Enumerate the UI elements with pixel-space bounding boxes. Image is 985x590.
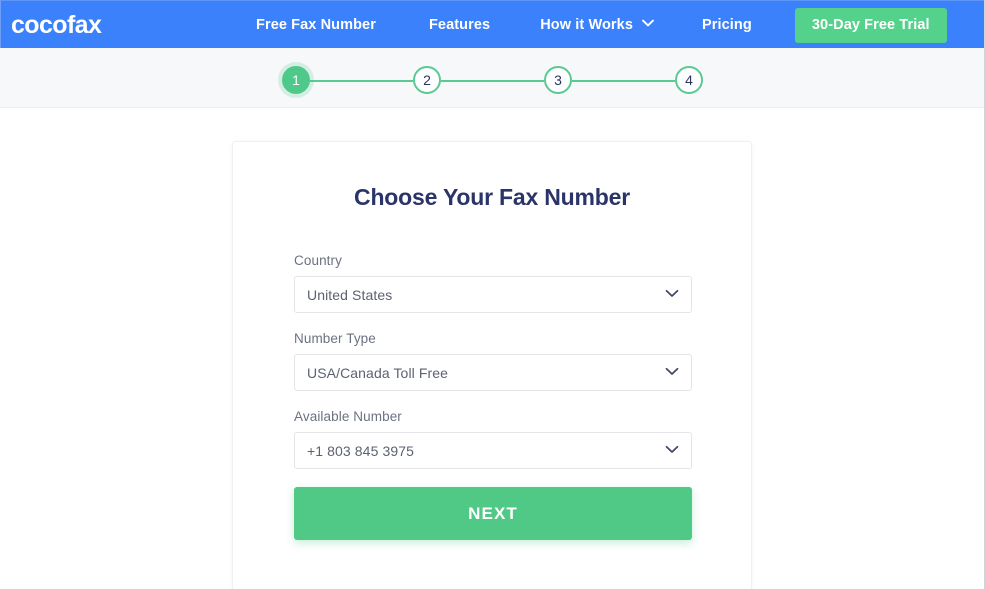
cocofax-logo[interactable]: cocofax xyxy=(11,10,102,40)
free-trial-button[interactable]: 30-Day Free Trial xyxy=(794,7,947,43)
next-button[interactable]: NEXT xyxy=(294,487,692,540)
progress-stepper: 1 2 3 4 xyxy=(282,66,703,96)
nav-item-how-it-works[interactable]: How it Works xyxy=(540,17,654,33)
number-type-select[interactable]: USA/Canada Toll Free xyxy=(294,354,692,391)
available-number-select[interactable]: +1 803 845 3975 xyxy=(294,432,692,469)
nav-label: How it Works xyxy=(540,17,633,33)
stepper-connector-1-2 xyxy=(310,80,413,82)
nav-label: Pricing xyxy=(702,17,752,33)
chevron-down-icon xyxy=(642,19,654,27)
fax-number-form: Country United States Number Type USA/Ca… xyxy=(294,253,692,540)
field-label: Available Number xyxy=(294,409,402,424)
stepper-connector-3-4 xyxy=(572,80,675,82)
field-label: Number Type xyxy=(294,331,376,346)
fax-number-card: Choose Your Fax Number Country United St… xyxy=(232,141,752,589)
stepper-connector-2-3 xyxy=(441,80,544,82)
chevron-down-icon xyxy=(665,367,679,376)
select-value: USA/Canada Toll Free xyxy=(307,364,449,381)
chevron-down-icon xyxy=(665,289,679,298)
country-select[interactable]: United States xyxy=(294,276,692,313)
chevron-down-icon xyxy=(665,445,679,454)
field-label: Country xyxy=(294,253,342,268)
nav-item-features[interactable]: Features xyxy=(429,17,490,33)
select-value: United States xyxy=(307,286,393,303)
nav-label: Free Fax Number xyxy=(256,17,376,33)
nav-item-pricing[interactable]: Pricing xyxy=(702,17,752,33)
stepper-step-4[interactable]: 4 xyxy=(675,66,703,94)
select-value: +1 803 845 3975 xyxy=(307,442,414,459)
field-available-number: Available Number +1 803 845 3975 xyxy=(294,409,692,469)
primary-navigation: Free Fax Number Features How it Works Pr… xyxy=(256,1,947,49)
stepper-step-3[interactable]: 3 xyxy=(544,66,572,94)
nav-item-free-fax-number[interactable]: Free Fax Number xyxy=(256,17,376,33)
site-header: cocofax Free Fax Number Features How it … xyxy=(0,0,984,49)
stepper-step-2[interactable]: 2 xyxy=(413,66,441,94)
page-title: Choose Your Fax Number xyxy=(354,184,630,210)
page-root: cocofax Free Fax Number Features How it … xyxy=(0,0,985,590)
field-number-type: Number Type USA/Canada Toll Free xyxy=(294,331,692,391)
field-country: Country United States xyxy=(294,253,692,313)
nav-label: Features xyxy=(428,17,491,33)
stepper-step-1[interactable]: 1 xyxy=(282,66,310,94)
